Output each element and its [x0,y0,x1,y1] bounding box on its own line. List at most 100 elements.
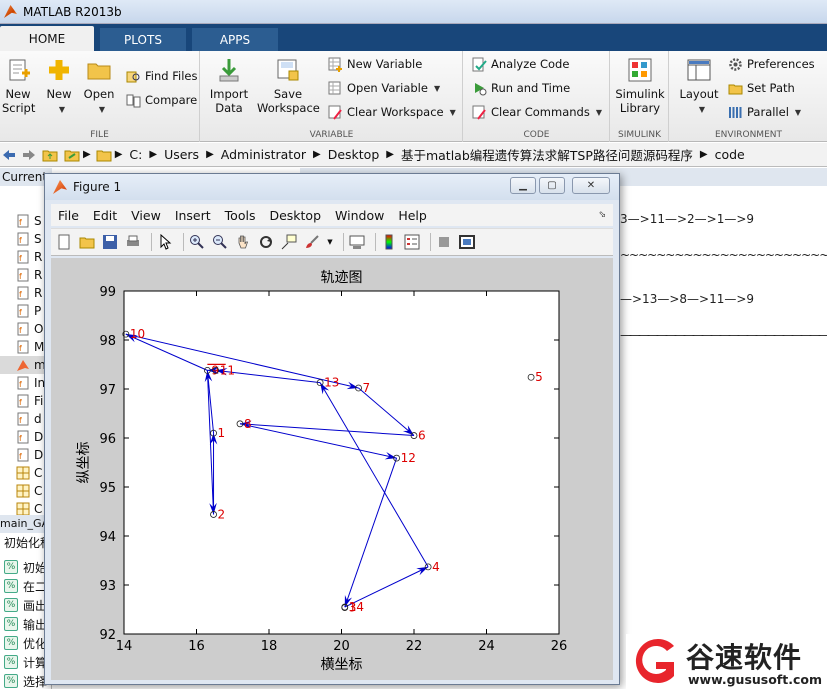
svg-text:f: f [19,416,22,425]
m-file-icon: f [17,214,29,228]
breadcrumb-drive[interactable]: C: [129,147,142,162]
city-label: 12 [401,451,416,465]
new-button[interactable]: New ▼ [42,57,76,117]
pointer-icon[interactable] [156,233,174,251]
analyze-code-button[interactable]: Analyze Code [472,55,569,73]
chevron-down-icon: ▼ [449,107,456,117]
minimize-button[interactable]: ▁ [510,177,536,194]
colorbar-icon[interactable] [380,233,398,251]
forward-arrow-icon[interactable] [22,148,36,162]
zoom-out-icon[interactable] [211,233,229,251]
legend-icon[interactable] [403,233,421,251]
chevron-down-icon: ▼ [58,105,66,114]
svg-text:f: f [19,344,22,353]
comment-cell-icon: % [4,636,18,650]
open-variable-button[interactable]: Open Variable ▼ [328,79,440,97]
parallel-button[interactable]: Parallel ▼ [728,103,801,121]
chart-title: 轨迹图 [321,270,363,286]
new-figure-icon[interactable] [55,233,73,251]
set-path-button[interactable]: Set Path [728,79,795,97]
figure-canvas: 14 16 18 20 22 24 26 92 93 94 95 96 97 98 99 轨迹图 横坐标 纵坐标 1… [51,258,613,680]
link-plot-icon[interactable] [348,233,366,251]
layout-button[interactable]: Layout ▼ [674,57,724,117]
tab-home[interactable]: HOME [0,26,94,51]
breadcrumb-desktop[interactable]: Desktop [328,147,380,162]
m-file-icon: f [17,340,29,354]
clear-workspace-button[interactable]: Clear Workspace ▼ [328,103,456,121]
command-output-line: ~~~~~~~~~~~~~~~~~~~~~~~~~~~~~~~~~~~~~~~ [620,248,827,262]
menu-view[interactable]: View [131,208,161,223]
back-arrow-icon[interactable] [2,148,16,162]
figure-window[interactable]: Figure 1 ▁ ▢ ✕ File Edit View Insert Too… [44,173,620,685]
pan-hand-icon[interactable] [234,233,252,251]
maximize-button[interactable]: ▢ [539,177,565,194]
comment-cell-icon: % [4,579,18,593]
preferences-button[interactable]: Preferences [728,55,815,73]
comment-cell-icon: % [4,560,18,574]
file-name: R [34,268,43,282]
clear-commands-button[interactable]: Clear Commands ▼ [472,103,602,121]
open-button[interactable]: Open ▼ [82,57,116,117]
matlab-desktop: MATLAB R2013b HOME PLOTS APPS New Script… [0,0,827,689]
run-and-time-button[interactable]: Run and Time [472,79,570,97]
save-workspace-button[interactable]: Save Workspace [257,57,320,115]
svg-text:f: f [19,236,22,245]
toolbar-separator [430,233,431,251]
menu-window[interactable]: Window [335,208,384,223]
menu-dock-icon[interactable]: ⬂ [598,210,606,220]
m-file-icon: f [17,394,29,408]
comment-cell-icon: % [4,617,18,631]
breadcrumb-administrator[interactable]: Administrator [221,147,306,162]
hide-plot-tools-icon[interactable] [435,233,453,251]
x-tick-label: 26 [551,639,568,654]
plus-icon [49,60,69,80]
breadcrumb-code[interactable]: code [715,147,745,162]
y-tick-label: 99 [99,285,116,300]
tab-plots[interactable]: PLOTS [100,28,186,51]
chevron-down-icon: ▼ [433,83,441,93]
group-label-simulink: SIMULINK [617,130,662,140]
browse-folder-icon[interactable] [64,147,80,163]
tab-apps[interactable]: APPS [192,28,278,51]
find-files-button[interactable]: Find Files [126,67,197,85]
y-tick-label: 95 [99,481,116,496]
group-label-file: FILE [90,130,109,140]
import-data-button[interactable]: Import Data [209,57,249,115]
menu-file[interactable]: File [58,208,79,223]
compare-button[interactable]: Compare [126,91,197,109]
comment-cell-icon: % [4,674,18,688]
brush-icon[interactable] [303,233,321,251]
zoom-in-icon[interactable] [188,233,206,251]
rotate-3d-icon[interactable] [257,233,275,251]
city-label: 4 [432,560,440,574]
menu-insert[interactable]: Insert [175,208,211,223]
data-cursor-icon[interactable] [280,233,298,251]
breadcrumb-users[interactable]: Users [164,147,199,162]
y-tick-label: 94 [99,530,116,545]
chevron-down-icon: ▼ [794,107,802,117]
clear-commands-icon [472,105,486,120]
menu-tools[interactable]: Tools [225,208,256,223]
close-button[interactable]: ✕ [572,177,610,194]
figure-menu-bar: File Edit View Insert Tools Desktop Wind… [51,204,613,226]
show-plot-tools-icon[interactable] [458,233,476,251]
breadcrumb-project-folder[interactable]: 基于matlab编程遗传算法求解TSP路径问题源码程序 [401,145,693,164]
open-file-icon[interactable] [78,233,96,251]
new-script-button[interactable]: New Script [2,57,35,115]
menu-desktop[interactable]: Desktop [269,208,321,223]
print-icon[interactable] [124,233,142,251]
matlab-logo-icon [53,180,67,194]
folder-icon [96,150,112,161]
up-folder-icon[interactable] [42,147,58,163]
group-label-environment: ENVIRONMENT [715,130,782,140]
menu-help[interactable]: Help [398,208,427,223]
save-icon[interactable] [101,233,119,251]
simulink-library-button[interactable]: Simulink Library [615,57,665,115]
figure-toolbar: ▼ [51,228,613,256]
ribbon-group-environment: Layout ▼ Preferences Set Path Parallel ▼ E… [670,51,827,142]
toolbar-separator [183,233,184,251]
new-variable-button[interactable]: New Variable [328,55,422,73]
city-label: 13 [324,376,339,390]
menu-edit[interactable]: Edit [93,208,117,223]
chevron-down-icon[interactable]: ▼ [326,233,334,251]
